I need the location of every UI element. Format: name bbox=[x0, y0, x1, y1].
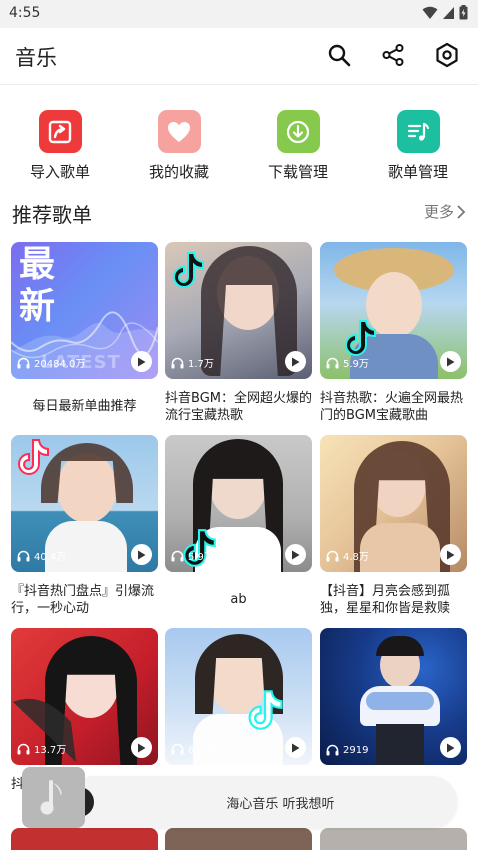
status-time: 4:55 bbox=[9, 5, 41, 21]
play-count-text: 1.7万 bbox=[188, 359, 214, 370]
play-count: 4.8万 bbox=[326, 548, 369, 563]
playlist-cover: 67.0万 bbox=[165, 628, 312, 765]
battery-icon bbox=[459, 5, 468, 20]
play-icon[interactable] bbox=[285, 737, 306, 758]
wifi-icon bbox=[422, 6, 438, 19]
quick-action-playlist-manage[interactable]: 歌单管理 bbox=[363, 110, 473, 182]
play-count: 2919 bbox=[326, 744, 368, 756]
quick-action-label: 我的收藏 bbox=[148, 163, 209, 181]
quick-action-label: 导入歌单 bbox=[29, 163, 90, 181]
playlist-card[interactable]: 5.9万 ab bbox=[165, 435, 312, 617]
play-count-text: 5.9万 bbox=[343, 359, 369, 370]
more-link[interactable]: 更多 bbox=[424, 201, 466, 222]
headphones-icon bbox=[326, 550, 339, 561]
playlist-title: ab bbox=[230, 592, 247, 607]
playlist-title: 抖音热歌：火遍全网最热门的BGM宝藏歌曲 bbox=[320, 391, 464, 423]
status-bar: 4:55 bbox=[0, 0, 478, 28]
playlist-card[interactable]: 最新 LATEST 20484.0万 每日最新单曲推荐 bbox=[11, 242, 158, 424]
play-icon[interactable] bbox=[285, 544, 306, 565]
playlist-cover: 4.8万 bbox=[320, 435, 467, 572]
tiktok-logo-icon bbox=[248, 690, 283, 730]
play-icon[interactable] bbox=[440, 544, 461, 565]
more-label: 更多 bbox=[423, 203, 454, 221]
chevron-right-icon bbox=[457, 204, 466, 219]
play-count: 20484.0万 bbox=[17, 355, 85, 370]
play-count-text: 4.8万 bbox=[343, 552, 369, 563]
app-bar: 音乐 bbox=[0, 28, 478, 85]
quick-action-label: 下载管理 bbox=[267, 163, 328, 181]
quick-action-downloads[interactable]: 下载管理 bbox=[243, 110, 353, 182]
search-icon[interactable] bbox=[325, 41, 353, 69]
import-icon bbox=[38, 110, 82, 153]
playlist-card[interactable]: 5.9万 抖音热歌：火遍全网最热门的BGM宝藏歌曲 bbox=[320, 242, 467, 424]
headphones-icon bbox=[171, 743, 184, 754]
playlist-cover-peek bbox=[320, 828, 467, 850]
playlist-title: 『抖音热门盘点』引爆流行，一秒心动 bbox=[11, 584, 155, 616]
settings-icon[interactable] bbox=[433, 41, 461, 69]
play-icon[interactable] bbox=[285, 351, 306, 372]
play-icon[interactable] bbox=[131, 737, 152, 758]
player-text: 海心音乐 听我想听 bbox=[226, 797, 335, 812]
headphones-icon bbox=[326, 357, 339, 368]
tiktok-logo-icon bbox=[18, 439, 49, 475]
heart-icon bbox=[157, 110, 201, 153]
playlist-cover: 5.9万 bbox=[320, 242, 467, 379]
play-icon[interactable] bbox=[131, 544, 152, 565]
playlist-card[interactable]: 2919 bbox=[320, 628, 467, 765]
play-count: 40.4万 bbox=[17, 548, 66, 563]
quick-action-import[interactable]: 导入歌单 bbox=[5, 110, 115, 182]
play-count-text: 13.7万 bbox=[34, 745, 67, 756]
headphones-icon bbox=[171, 357, 184, 368]
status-icons bbox=[422, 5, 468, 20]
playlist-card[interactable]: 4.8万 【抖音】月亮会感到孤独，星星和你皆是救赎 bbox=[320, 435, 467, 617]
headphones-icon bbox=[17, 357, 30, 368]
playlist-cover: 1.7万 bbox=[165, 242, 312, 379]
download-icon bbox=[276, 110, 320, 153]
headphones-icon bbox=[171, 550, 184, 561]
playlist-title: 每日最新单曲推荐 bbox=[32, 399, 137, 414]
tiktok-logo-icon bbox=[173, 252, 204, 288]
page-title: 音乐 bbox=[15, 46, 57, 70]
play-count-text: 5.9万 bbox=[188, 552, 214, 563]
playlist-cover-peek bbox=[11, 828, 158, 850]
section-title: 推荐歌单 bbox=[12, 203, 92, 227]
play-count-text: 40.4万 bbox=[34, 552, 67, 563]
playlist-cover: 2919 bbox=[320, 628, 467, 765]
play-count: 5.9万 bbox=[326, 355, 369, 370]
quick-action-label: 歌单管理 bbox=[387, 163, 448, 181]
mini-player[interactable]: 海心音乐 听我想听 bbox=[68, 776, 457, 828]
headphones-icon bbox=[326, 744, 339, 756]
playlist-cover: 40.4万 bbox=[11, 435, 158, 572]
play-count-text: 67.0万 bbox=[188, 745, 221, 756]
signal-icon bbox=[443, 6, 454, 19]
player-artwork[interactable] bbox=[22, 767, 85, 828]
playlist-card[interactable]: 1.7万 抖音BGM：全网超火爆的流行宝藏热歌 bbox=[165, 242, 312, 424]
share-icon[interactable] bbox=[379, 41, 407, 69]
playlist-card[interactable]: 67.0万 bbox=[165, 628, 312, 765]
headphones-icon bbox=[17, 550, 30, 561]
playlist-cover-peek bbox=[165, 828, 312, 850]
play-count: 1.7万 bbox=[171, 355, 214, 370]
playlist-icon bbox=[396, 110, 440, 153]
play-count: 67.0万 bbox=[171, 741, 220, 756]
play-count: 5.9万 bbox=[171, 548, 214, 563]
music-note-icon bbox=[40, 779, 61, 814]
play-count-text: 20484.0万 bbox=[34, 359, 86, 370]
play-count: 13.7万 bbox=[17, 741, 66, 756]
tiktok-logo-icon bbox=[345, 320, 376, 356]
play-count-text: 2919 bbox=[343, 744, 369, 756]
playlist-cover: 5.9万 bbox=[165, 435, 312, 572]
headphones-icon bbox=[17, 743, 30, 754]
playlist-cover: 最新 LATEST 20484.0万 bbox=[11, 242, 158, 379]
playlist-card[interactable]: 40.4万 『抖音热门盘点』引爆流行，一秒心动 bbox=[11, 435, 158, 617]
playlist-title: 抖音BGM：全网超火爆的流行宝藏热歌 bbox=[165, 391, 312, 423]
play-icon[interactable] bbox=[131, 351, 152, 372]
playlist-title: 【抖音】月亮会感到孤独，星星和你皆是救赎 bbox=[320, 584, 451, 616]
play-icon[interactable] bbox=[440, 737, 461, 758]
play-icon[interactable] bbox=[440, 351, 461, 372]
playlist-cover: 13.7万 bbox=[11, 628, 158, 765]
quick-action-favorites[interactable]: 我的收藏 bbox=[124, 110, 234, 182]
